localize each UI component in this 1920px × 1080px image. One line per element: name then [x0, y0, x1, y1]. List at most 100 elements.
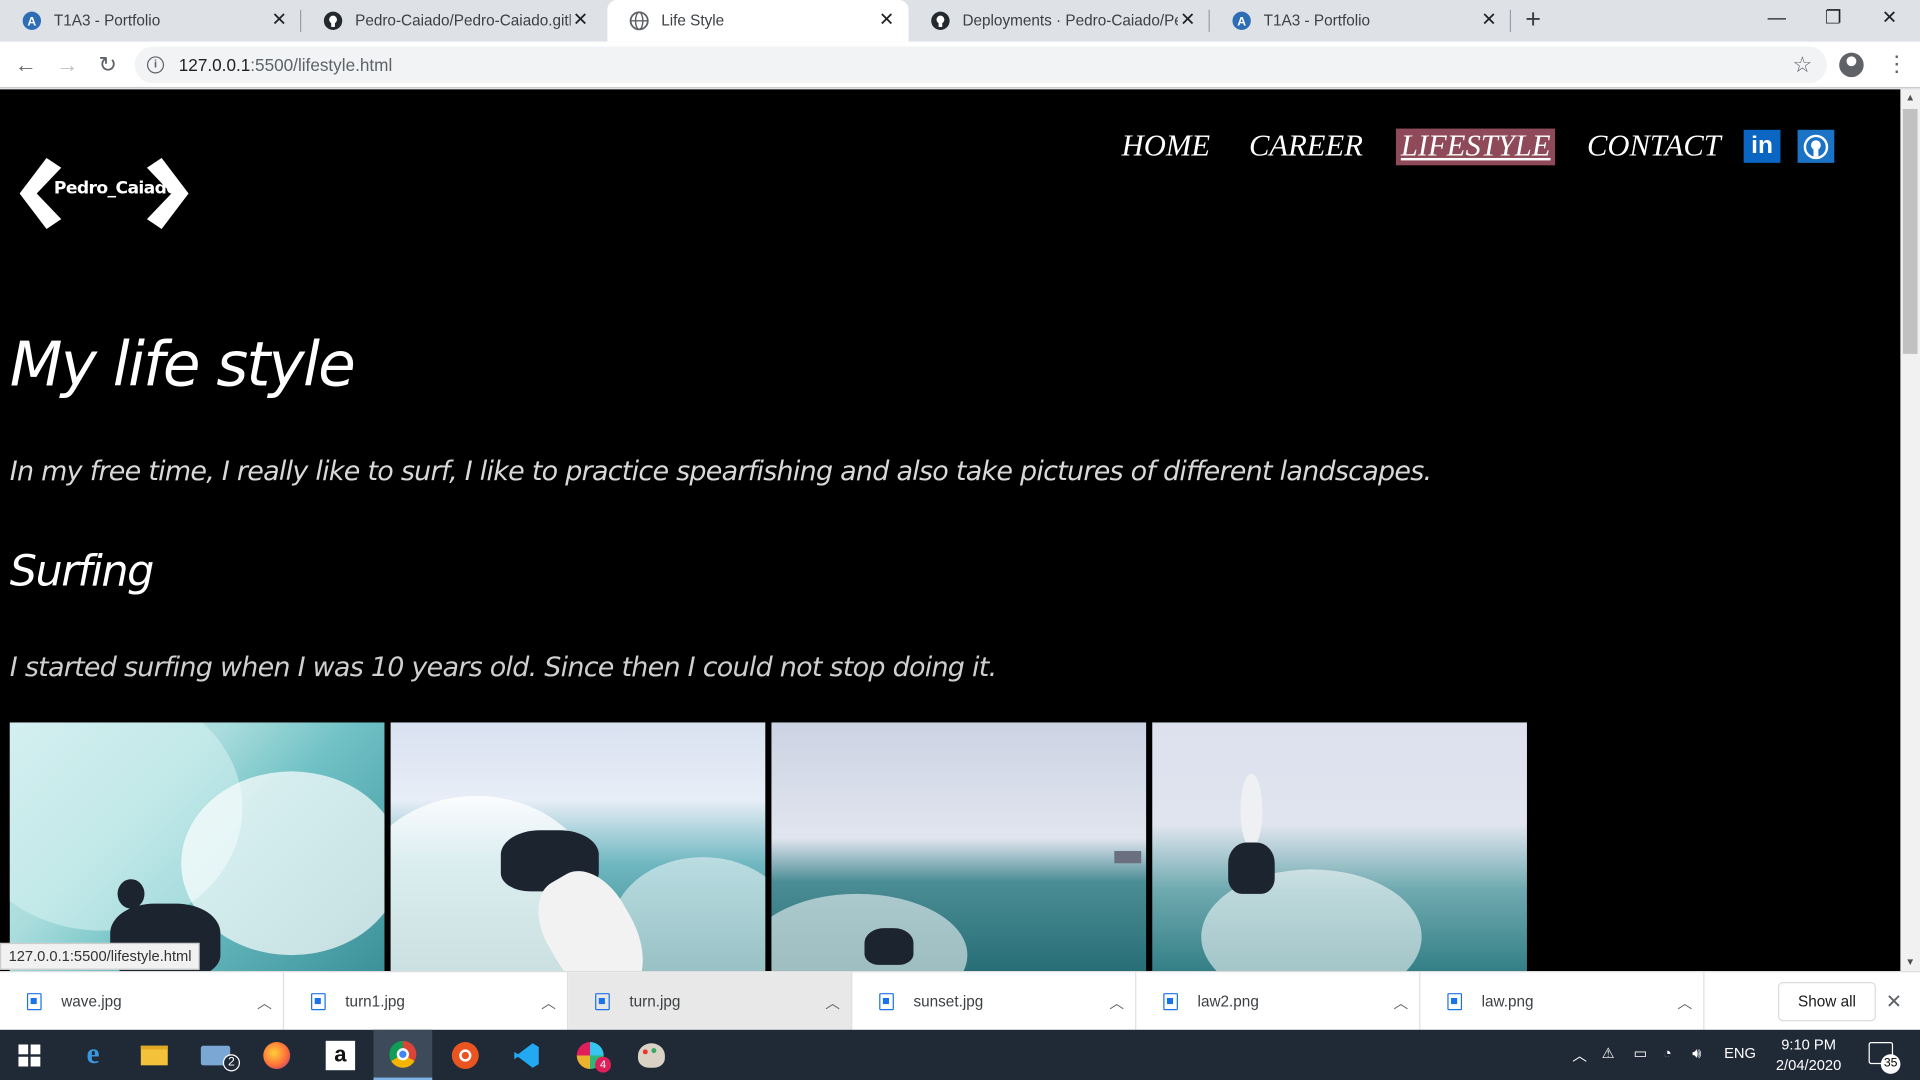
tab-title: T1A3 - Portfolio: [53, 12, 161, 30]
windows-start-icon[interactable]: [0, 1030, 59, 1080]
profile-avatar-icon[interactable]: [1839, 52, 1864, 78]
tab-strip: A T1A3 - Portfolio ✕ Pedro-Caiado/Pedro-…: [0, 0, 1920, 42]
amazon-icon[interactable]: a: [311, 1030, 370, 1080]
clock-time: 9:10 PM: [1781, 1035, 1836, 1054]
info-icon[interactable]: i: [146, 56, 165, 74]
reload-icon[interactable]: ↻: [92, 49, 124, 81]
linkedin-link[interactable]: in: [1743, 129, 1781, 163]
slack-icon[interactable]: 4: [561, 1030, 620, 1080]
vscode-icon[interactable]: [497, 1030, 556, 1080]
surf-photo-sunset[interactable]: [1152, 722, 1527, 972]
close-window-button[interactable]: ✕: [1861, 0, 1917, 39]
github-link[interactable]: [1797, 129, 1835, 163]
svg-text:A: A: [1237, 15, 1246, 29]
github-icon: [323, 11, 343, 31]
back-icon[interactable]: ←: [10, 49, 42, 81]
browser-toolbar: ← → ↻ i 127.0.0.1:5500/lifestyle.html ☆ …: [0, 41, 1920, 89]
github-icon: [1803, 134, 1829, 159]
github-icon: [931, 11, 951, 31]
linkedin-icon: in: [1751, 132, 1773, 160]
surf-photo-turn1[interactable]: [390, 722, 766, 972]
tab-deployments[interactable]: Deployments · Pedro-Caiado/Pedro ✕: [909, 0, 1210, 42]
logo-text: Pedro_Caiado: [53, 178, 178, 199]
tab-github-repo[interactable]: Pedro-Caiado/Pedro-Caiado.github ✕: [301, 0, 602, 42]
close-icon[interactable]: ✕: [1886, 989, 1902, 1013]
nav-contact[interactable]: CONTACT: [1587, 129, 1721, 166]
section-title: Surfing: [9, 547, 155, 597]
image-file-icon: [1447, 993, 1463, 1011]
nav-home[interactable]: HOME: [1122, 129, 1210, 166]
surf-photo-wave[interactable]: [9, 722, 385, 972]
scroll-thumb[interactable]: [1902, 108, 1918, 354]
portfolio-icon: A: [22, 11, 42, 31]
menu-icon[interactable]: ⋮: [1886, 51, 1908, 75]
file-explorer-icon[interactable]: [125, 1030, 184, 1080]
tab-title: Pedro-Caiado/Pedro-Caiado.github: [355, 12, 571, 30]
image-file-icon: [1163, 993, 1178, 1011]
site-logo[interactable]: Pedro_Caiado: [19, 157, 191, 229]
scroll-up-icon[interactable]: ▲: [1900, 89, 1920, 106]
chevron-up-icon[interactable]: ︿: [246, 991, 283, 1012]
forward-icon[interactable]: →: [51, 49, 83, 81]
download-item[interactable]: turn.jpg ︿: [568, 972, 853, 1032]
notification-count: 35: [1880, 1054, 1901, 1074]
close-icon[interactable]: ✕: [1178, 10, 1198, 31]
bookmark-star-icon[interactable]: ☆: [1792, 53, 1812, 79]
slack-badge: 4: [595, 1056, 612, 1073]
edge-icon[interactable]: e: [64, 1030, 123, 1080]
ubuntu-icon[interactable]: [436, 1030, 495, 1080]
paint-icon[interactable]: [622, 1030, 681, 1080]
status-url-bubble: 127.0.0.1:5500/lifestyle.html: [0, 942, 201, 970]
page-scrollbar[interactable]: ▲ ▼: [1900, 89, 1920, 972]
chrome-icon[interactable]: [373, 1029, 433, 1080]
tab-title: Deployments · Pedro-Caiado/Pedro: [962, 12, 1178, 30]
mail-badge: 2: [222, 1054, 241, 1072]
volume-icon[interactable]: 🔊︎: [1692, 1044, 1701, 1062]
tab-title: T1A3 - Portfolio: [1263, 12, 1371, 30]
scroll-down-icon[interactable]: ▼: [1900, 954, 1920, 971]
tab-title: Life Style: [661, 12, 725, 30]
page-viewport: Pedro_Caiado HOME CAREER LIFESTYLE CONTA…: [0, 89, 1901, 972]
nav-lifestyle[interactable]: LIFESTYLE: [1395, 128, 1556, 166]
minimize-button[interactable]: —: [1749, 0, 1805, 39]
surf-photo-turn[interactable]: [771, 722, 1147, 972]
intro-text: In my free time, I really like to surf, …: [9, 456, 1432, 488]
close-icon[interactable]: ✕: [1479, 10, 1499, 31]
download-item[interactable]: law2.png ︿: [1136, 972, 1421, 1032]
download-item[interactable]: sunset.jpg ︿: [852, 972, 1137, 1032]
portfolio-icon: A: [1232, 11, 1252, 31]
nav-career[interactable]: CAREER: [1249, 129, 1363, 166]
chevron-up-icon[interactable]: ︿: [814, 991, 851, 1012]
chevron-up-icon[interactable]: ︿: [1098, 991, 1135, 1012]
close-icon[interactable]: ✕: [269, 10, 289, 31]
chevron-up-icon[interactable]: ︿: [1572, 1044, 1587, 1065]
tab-portfolio-1[interactable]: A T1A3 - Portfolio ✕: [0, 0, 302, 42]
download-item[interactable]: law.png ︿: [1420, 972, 1705, 1032]
antivirus-icon[interactable]: ⚠: [1602, 1044, 1615, 1061]
chevron-up-icon[interactable]: ︿: [1382, 991, 1419, 1012]
url-text: 127.0.0.1:5500/lifestyle.html: [178, 55, 393, 75]
chevron-up-icon[interactable]: ︿: [530, 991, 567, 1012]
section-text: I started surfing when I was 10 years ol…: [9, 652, 997, 684]
show-all-button[interactable]: Show all: [1777, 982, 1876, 1022]
new-tab-button[interactable]: +: [1518, 6, 1547, 35]
chevron-up-icon[interactable]: ︿: [1667, 991, 1704, 1012]
firefox-icon[interactable]: [247, 1030, 306, 1080]
tab-life-style[interactable]: Life Style ✕: [607, 0, 909, 42]
wifi-icon[interactable]: ◔: [1663, 1044, 1672, 1061]
downloads-bar: wave.jpg ︿ turn1.jpg ︿ turn.jpg ︿ sunset…: [0, 971, 1920, 1032]
clock-date: 2/04/2020: [1775, 1056, 1842, 1074]
download-item[interactable]: wave.jpg ︿: [0, 972, 285, 1032]
download-item[interactable]: turn1.jpg ︿: [284, 972, 569, 1032]
restore-button[interactable]: ❐: [1805, 0, 1861, 39]
close-icon[interactable]: ✕: [571, 10, 591, 31]
close-icon[interactable]: ✕: [877, 10, 897, 31]
battery-icon[interactable]: ▭: [1633, 1044, 1647, 1061]
tab-portfolio-2[interactable]: A T1A3 - Portfolio ✕: [1210, 0, 1512, 42]
clock[interactable]: 9:10 PM 2/04/2020: [1763, 1035, 1854, 1077]
address-bar[interactable]: i 127.0.0.1:5500/lifestyle.html ☆: [134, 46, 1827, 84]
mail-icon[interactable]: 2: [186, 1030, 245, 1080]
language-indicator[interactable]: ENG: [1724, 1044, 1756, 1061]
page-title: My life style: [9, 329, 356, 401]
windows-taskbar: e 2 a 4 ︿ ⚠ ▭ ◔ 🔊︎ ENG 9:10 PM 2/04/2020…: [0, 1029, 1920, 1080]
